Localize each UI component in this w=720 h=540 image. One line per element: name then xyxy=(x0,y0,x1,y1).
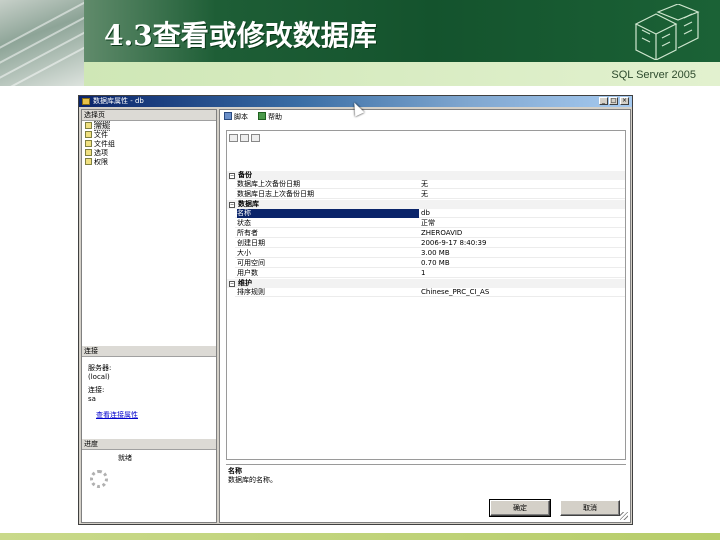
property-value: ZHEROAVID xyxy=(421,229,463,237)
page-icon xyxy=(85,122,92,129)
alphabetical-icon[interactable] xyxy=(240,134,249,142)
nav-item-files[interactable]: 文件 xyxy=(85,131,108,140)
server-value: (local) xyxy=(88,373,110,381)
property-value: 0.70 MB xyxy=(421,259,450,267)
property-value: db xyxy=(421,209,430,217)
categorized-icon[interactable] xyxy=(229,134,238,142)
property-name: 用户数 xyxy=(237,269,258,277)
category-header[interactable]: − 备份 xyxy=(227,171,625,180)
page-icon xyxy=(85,158,92,165)
property-name: 名称 xyxy=(237,209,419,218)
nav-item-general[interactable]: 常规 xyxy=(85,121,110,131)
select-page-header: 选择页 xyxy=(82,110,216,121)
property-value: 1 xyxy=(421,269,426,277)
right-pane: 脚本 帮助 − 备份 数据库上次备份日期无数据库日志上次备份日期无 − 数据库 名称 db 状… xyxy=(219,109,631,523)
property-name: 数据库日志上次备份日期 xyxy=(237,190,314,198)
progress-header: 进度 xyxy=(82,439,216,450)
property-pages-icon[interactable] xyxy=(251,134,260,142)
progress-status: 就绪 xyxy=(118,454,132,462)
ok-button[interactable]: 确定 xyxy=(489,499,551,517)
property-name: 大小 xyxy=(237,249,251,257)
property-value: 无 xyxy=(421,190,428,198)
slide-title: 4.3查看或修改数据库 xyxy=(104,19,377,52)
property-row[interactable]: 数据库上次备份日期 无 xyxy=(235,180,625,189)
slide: 4.3查看或修改数据库 SQL Server 2005 数据库属性 - db _… xyxy=(0,0,720,540)
grid-toolbar xyxy=(229,133,262,143)
slide-subtitle: SQL Server 2005 xyxy=(611,69,696,81)
page-icon xyxy=(85,149,92,156)
footer-bar xyxy=(0,533,720,540)
property-value: 2006-9-17 8:40:39 xyxy=(421,239,487,247)
close-button[interactable]: × xyxy=(620,97,629,105)
collapse-icon[interactable]: − xyxy=(229,281,235,287)
script-icon xyxy=(224,112,232,120)
building-blocks-logo xyxy=(634,4,700,60)
script-button[interactable]: 脚本 xyxy=(224,112,248,122)
category-header[interactable]: − 数据库 xyxy=(227,200,625,209)
connection-label: 连接: xyxy=(88,386,105,394)
server-label: 服务器: xyxy=(88,364,112,372)
property-name: 所有者 xyxy=(237,229,258,237)
property-row[interactable]: 数据库日志上次备份日期 无 xyxy=(235,190,625,199)
category-label: 维护 xyxy=(238,279,252,287)
collapse-icon[interactable]: − xyxy=(229,173,235,179)
nav-item-permissions[interactable]: 权限 xyxy=(85,158,108,167)
view-connection-properties-link[interactable]: 查看连接属性 xyxy=(96,411,138,420)
category-label: 数据库 xyxy=(238,200,259,208)
toolbar: 脚本 帮助 xyxy=(220,110,630,124)
page-icon xyxy=(85,131,92,138)
minimize-button[interactable]: _ xyxy=(599,97,608,105)
property-row[interactable]: 排序规则 Chinese_PRC_CI_AS xyxy=(235,288,625,297)
nav-item-options[interactable]: 选项 xyxy=(85,149,108,158)
property-name: 创建日期 xyxy=(237,239,265,247)
property-name: 状态 xyxy=(237,219,251,227)
property-value: 3.00 MB xyxy=(421,249,450,257)
category-header[interactable]: − 维护 xyxy=(227,279,625,288)
connection-value: sa xyxy=(88,395,96,403)
property-row[interactable]: 大小 3.00 MB xyxy=(235,249,625,258)
property-row[interactable]: 创建日期 2006-9-17 8:40:39 xyxy=(235,239,625,248)
connection-header: 连接 xyxy=(82,346,216,357)
database-properties-dialog: 数据库属性 - db _ □ × 选择页 常规 文件 文件组 选项 权限 连接 … xyxy=(78,95,633,525)
nav-item-filegroups[interactable]: 文件组 xyxy=(85,140,115,149)
property-row[interactable]: 所有者 ZHEROAVID xyxy=(235,229,625,238)
maximize-button[interactable]: □ xyxy=(609,97,618,105)
property-name: 可用空间 xyxy=(237,259,265,267)
category-label: 备份 xyxy=(238,171,252,179)
property-row[interactable]: 名称 db xyxy=(235,209,625,218)
database-icon xyxy=(82,98,90,105)
page-icon xyxy=(85,140,92,147)
help-icon xyxy=(258,112,266,120)
banner-decoration xyxy=(0,0,84,86)
dialog-title: 数据库属性 - db xyxy=(93,97,144,105)
resize-grip-icon[interactable] xyxy=(620,512,628,520)
header-banner: 4.3查看或修改数据库 SQL Server 2005 xyxy=(0,0,720,86)
collapse-icon[interactable]: − xyxy=(229,202,235,208)
property-name: 数据库上次备份日期 xyxy=(237,180,300,188)
property-row[interactable]: 用户数 1 xyxy=(235,269,625,278)
left-pane: 选择页 常规 文件 文件组 选项 权限 连接 服务器: (local) 连接: … xyxy=(81,109,217,523)
property-grid: − 备份 数据库上次备份日期无数据库日志上次备份日期无 − 数据库 名称 db 状态 正常 所有者… xyxy=(226,130,626,460)
property-value: 正常 xyxy=(421,219,435,227)
cancel-button[interactable]: 取消 xyxy=(560,500,620,516)
description-text: 数据库的名称。 xyxy=(228,476,277,484)
property-row[interactable]: 可用空间 0.70 MB xyxy=(235,259,625,268)
property-value: 无 xyxy=(421,180,428,188)
progress-spinner-icon xyxy=(90,470,108,488)
property-name: 排序规则 xyxy=(237,288,265,296)
property-value: Chinese_PRC_CI_AS xyxy=(421,288,490,296)
property-row[interactable]: 状态 正常 xyxy=(235,219,625,228)
description-name: 名称 xyxy=(228,467,242,475)
help-button[interactable]: 帮助 xyxy=(258,112,282,122)
description-panel: 名称 数据库的名称。 xyxy=(226,464,626,490)
